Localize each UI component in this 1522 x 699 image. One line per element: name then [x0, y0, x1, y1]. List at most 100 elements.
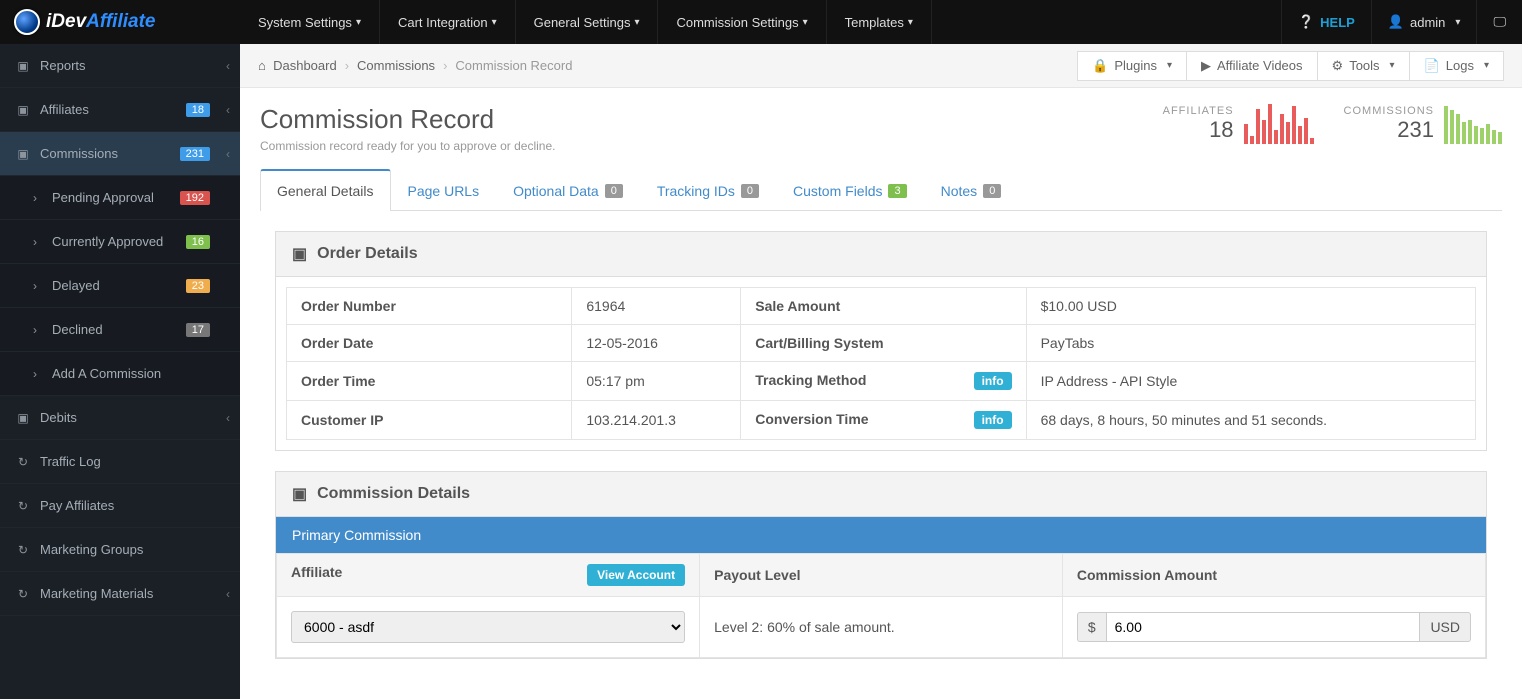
help-link[interactable]: ❔HELP	[1281, 0, 1371, 44]
commission-details-panel: ▣Commission Details Primary Commission A…	[275, 471, 1487, 659]
sidebar-icon: ›	[26, 279, 44, 293]
tab-general-details[interactable]: General Details	[260, 169, 391, 211]
sidebar-currently-approved[interactable]: ›Currently Approved16	[0, 220, 240, 264]
help-icon: ❔	[1298, 14, 1314, 30]
sidebar-reports[interactable]: ▣Reports‹	[0, 44, 240, 88]
sidebar-icon: ›	[26, 235, 44, 249]
page-subtitle: Commission record ready for you to appro…	[260, 139, 1133, 153]
tab-optional-data[interactable]: Optional Data 0	[496, 169, 640, 211]
money-icon: ▣	[292, 244, 307, 264]
currency-prefix: $	[1077, 612, 1106, 642]
order-value: 103.214.201.3	[572, 401, 741, 440]
tab-tracking-ids[interactable]: Tracking IDs 0	[640, 169, 776, 211]
badge: 17	[186, 323, 210, 337]
tools-button[interactable]: ⚙Tools▾	[1317, 51, 1410, 81]
view-account-button[interactable]: View Account	[587, 564, 685, 586]
topnav-templates[interactable]: Templates ▾	[827, 0, 932, 44]
order-value: 68 days, 8 hours, 50 minutes and 51 seco…	[1026, 401, 1475, 440]
sidebar-icon: ›	[26, 191, 44, 205]
sidebar-add-a-commission[interactable]: ›Add A Commission	[0, 352, 240, 396]
logs-button[interactable]: 📄Logs▾	[1409, 51, 1504, 81]
order-label: Order Time	[287, 362, 572, 401]
lock-icon: 🔒	[1092, 58, 1108, 74]
chevron-icon: ‹	[226, 103, 230, 117]
sidebar-traffic-log[interactable]: ↻Traffic Log	[0, 440, 240, 484]
affiliates-sparkline	[1244, 104, 1314, 144]
order-value: 61964	[572, 288, 741, 325]
tab-notes[interactable]: Notes 0	[924, 169, 1019, 211]
chevron-icon: ‹	[226, 411, 230, 425]
order-label: Cart/Billing System	[741, 325, 1026, 362]
badge: 231	[180, 147, 210, 161]
metric-affiliates-label: AFFILIATES	[1163, 105, 1234, 117]
sidebar-pending-approval[interactable]: ›Pending Approval192	[0, 176, 240, 220]
breadcrumb-commissions[interactable]: Commissions	[357, 58, 435, 73]
sidebar-icon: ›	[26, 323, 44, 337]
tab-page-urls[interactable]: Page URLs	[391, 169, 497, 211]
sidebar-icon: ↻	[14, 587, 32, 601]
breadcrumb-dashboard[interactable]: Dashboard	[273, 58, 337, 73]
order-value: IP Address - API Style	[1026, 362, 1475, 401]
sidebar-pay-affiliates[interactable]: ↻Pay Affiliates	[0, 484, 240, 528]
order-value: PayTabs	[1026, 325, 1475, 362]
user-menu[interactable]: 👤admin▾	[1371, 0, 1477, 44]
order-label: Conversion Timeinfo	[741, 401, 1026, 440]
chevron-icon: ‹	[226, 147, 230, 161]
sidebar-commissions[interactable]: ▣Commissions231‹	[0, 132, 240, 176]
brand-text: iDevAffiliate	[46, 11, 155, 33]
breadcrumb-current: Commission Record	[455, 58, 572, 73]
play-icon: ▶	[1201, 58, 1211, 74]
sidebar-icon: ▣	[14, 411, 32, 425]
commission-amount-input[interactable]	[1106, 612, 1421, 642]
sidebar-icon: ↻	[14, 499, 32, 513]
order-details-panel: ▣Order Details Order Number61964Sale Amo…	[275, 231, 1487, 451]
affiliate-select[interactable]: 6000 - asdf	[291, 611, 685, 643]
topnav-cart-integration[interactable]: Cart Integration ▾	[380, 0, 516, 44]
sidebar-debits[interactable]: ▣Debits‹	[0, 396, 240, 440]
logo-icon	[14, 9, 40, 35]
sidebar-declined[interactable]: ›Declined17	[0, 308, 240, 352]
sidebar-marketing-materials[interactable]: ↻Marketing Materials‹	[0, 572, 240, 616]
currency-suffix: USD	[1420, 612, 1471, 642]
order-value: $10.00 USD	[1026, 288, 1475, 325]
chevron-icon: ‹	[226, 59, 230, 73]
payout-level-value: Level 2: 60% of sale amount.	[700, 597, 1063, 658]
user-icon: 👤	[1388, 14, 1404, 30]
sidebar-marketing-groups[interactable]: ↻Marketing Groups	[0, 528, 240, 572]
caret-icon: ▾	[1455, 17, 1460, 28]
order-label: Tracking Methodinfo	[741, 362, 1026, 401]
info-button[interactable]: info	[974, 411, 1012, 429]
tab-custom-fields[interactable]: Custom Fields 3	[776, 169, 924, 211]
sidebar-icon: ›	[26, 367, 44, 381]
chevron-icon: ‹	[226, 587, 230, 601]
sidebar-icon: ▣	[14, 59, 32, 73]
home-icon: ⌂	[258, 58, 266, 73]
sidebar-icon: ↻	[14, 455, 32, 469]
sidebar-delayed[interactable]: ›Delayed23	[0, 264, 240, 308]
sidebar-icon: ↻	[14, 543, 32, 557]
order-label: Sale Amount	[741, 288, 1026, 325]
topnav-general-settings[interactable]: General Settings ▾	[516, 0, 659, 44]
plugins-button[interactable]: 🔒Plugins▾	[1077, 51, 1187, 81]
metric-affiliates-value: 18	[1163, 117, 1234, 143]
fullscreen-button[interactable]: 🖵	[1476, 0, 1522, 44]
badge: 192	[180, 191, 210, 205]
page-title: Commission Record	[260, 104, 1133, 135]
sidebar-affiliates[interactable]: ▣Affiliates18‹	[0, 88, 240, 132]
money-icon: ▣	[292, 484, 307, 504]
gear-icon: ⚙	[1332, 58, 1344, 74]
badge: 16	[186, 235, 210, 249]
fullscreen-icon: 🖵	[1493, 14, 1506, 30]
topnav-system-settings[interactable]: System Settings ▾	[240, 0, 380, 44]
badge: 23	[186, 279, 210, 293]
sidebar-icon: ▣	[14, 103, 32, 117]
brand-logo[interactable]: iDevAffiliate	[0, 0, 240, 44]
metric-commissions-value: 231	[1344, 117, 1434, 143]
primary-commission-header: Primary Commission	[276, 517, 1486, 553]
topnav-commission-settings[interactable]: Commission Settings ▾	[658, 0, 826, 44]
sidebar-icon: ▣	[14, 147, 32, 161]
info-button[interactable]: info	[974, 372, 1012, 390]
badge: 18	[186, 103, 210, 117]
videos-button[interactable]: ▶Affiliate Videos	[1186, 51, 1318, 81]
order-value: 12-05-2016	[572, 325, 741, 362]
